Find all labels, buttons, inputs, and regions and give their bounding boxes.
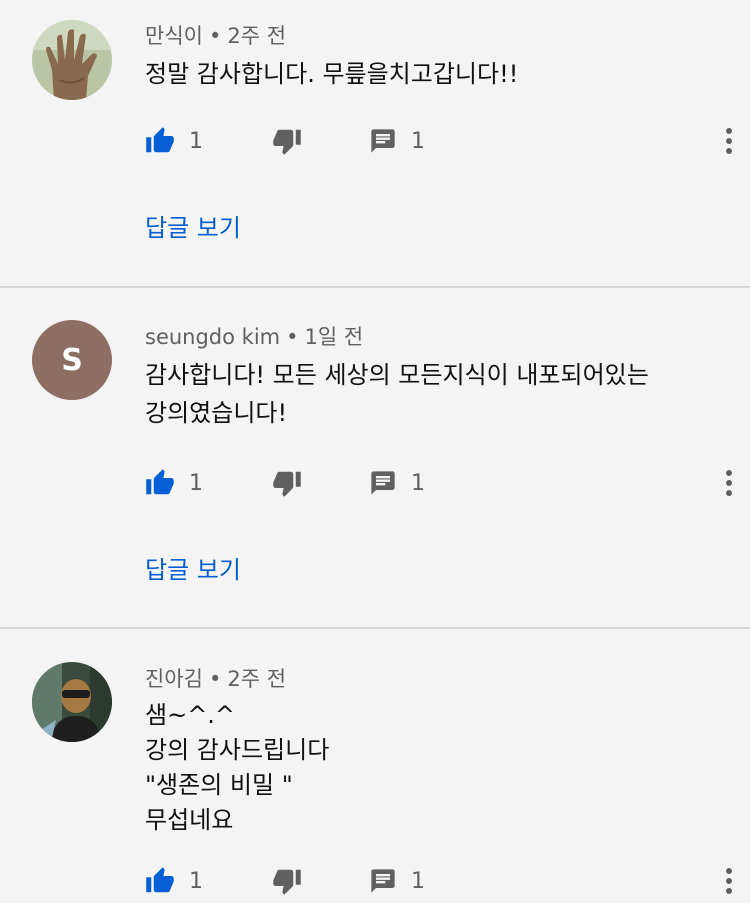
like-button[interactable]: 1 — [145, 124, 203, 158]
comment-time[interactable]: 2주 전 — [227, 24, 286, 48]
meta-separator: • — [286, 325, 299, 349]
comment-text: 감사합니다! 모든 세상의 모든지식이 내포되어있는 강의였습니다! — [145, 356, 725, 432]
comment-actions: 1 1 — [145, 864, 735, 898]
comment-time[interactable]: 2주 전 — [227, 667, 286, 691]
thumbs-up-icon — [146, 867, 174, 893]
reply-count: 1 — [411, 470, 425, 496]
reply-button[interactable]: 1 — [369, 124, 425, 158]
person-photo-avatar — [32, 662, 112, 742]
comment-meta: seungdo kim • 1일 전 — [145, 321, 363, 351]
comment-text-line: 무섭네요 — [145, 806, 234, 834]
comment-text: 정말 감사합니다. 무릎을치고갑니다!! — [145, 55, 725, 93]
comment-text-line: 강의였습니다! — [145, 399, 288, 427]
avatar[interactable]: S — [32, 320, 112, 400]
reply-count: 1 — [411, 868, 425, 894]
thumbs-down-icon — [273, 129, 301, 155]
comment-actions: 1 1 — [145, 124, 735, 158]
avatar[interactable] — [32, 20, 112, 100]
comment-text-line: 감사합니다! 모든 세상의 모든지식이 내포되어있는 — [145, 361, 649, 389]
comment-time[interactable]: 1일 전 — [305, 325, 364, 349]
more-vert-icon[interactable] — [723, 867, 735, 895]
avatar[interactable] — [32, 662, 112, 742]
comment-text-line: 정말 감사합니다. 무릎을치고갑니다!! — [145, 60, 519, 88]
reply-comment-icon — [371, 129, 395, 153]
comment-actions: 1 1 — [145, 466, 735, 500]
reply-comment-icon — [371, 869, 395, 893]
comment-meta: 만식이 • 2주 전 — [145, 20, 286, 50]
comment-meta: 진아김 • 2주 전 — [145, 663, 286, 693]
comment-text-line: 강의 감사드립니다 — [145, 736, 330, 764]
dislike-button[interactable] — [272, 864, 302, 898]
like-button[interactable]: 1 — [145, 864, 203, 898]
comment-divider — [0, 286, 750, 288]
more-vert-icon[interactable] — [723, 469, 735, 497]
like-count: 1 — [189, 470, 203, 496]
reply-button[interactable]: 1 — [369, 466, 425, 500]
view-replies-button[interactable]: 답글 보기 — [145, 208, 241, 243]
comment-text-line: 샘~^.^ — [145, 701, 236, 729]
avatar-letter: S — [61, 342, 83, 378]
meta-separator: • — [208, 24, 222, 48]
author-name[interactable]: 진아김 — [145, 667, 203, 691]
comment-text-line: "생존의 비밀 " — [145, 771, 293, 799]
thumbs-up-icon — [146, 469, 174, 495]
reply-count: 1 — [411, 128, 425, 154]
comment-text: 샘~^.^ 강의 감사드립니다 "생존의 비밀 " 무섭네요 — [145, 698, 725, 838]
reply-button[interactable]: 1 — [369, 864, 425, 898]
dislike-button[interactable] — [272, 466, 302, 500]
hand-photo-avatar — [32, 20, 112, 100]
more-vert-icon[interactable] — [723, 127, 735, 155]
reply-comment-icon — [371, 471, 395, 495]
comment-divider — [0, 627, 750, 629]
meta-separator: • — [208, 667, 222, 691]
like-button[interactable]: 1 — [145, 466, 203, 500]
thumbs-up-icon — [146, 127, 174, 153]
author-name[interactable]: seungdo kim — [145, 325, 280, 349]
dislike-button[interactable] — [272, 124, 302, 158]
like-count: 1 — [189, 868, 203, 894]
thumbs-down-icon — [273, 471, 301, 497]
view-replies-button[interactable]: 답글 보기 — [145, 550, 241, 585]
author-name[interactable]: 만식이 — [145, 24, 203, 48]
thumbs-down-icon — [273, 869, 301, 895]
like-count: 1 — [189, 128, 203, 154]
